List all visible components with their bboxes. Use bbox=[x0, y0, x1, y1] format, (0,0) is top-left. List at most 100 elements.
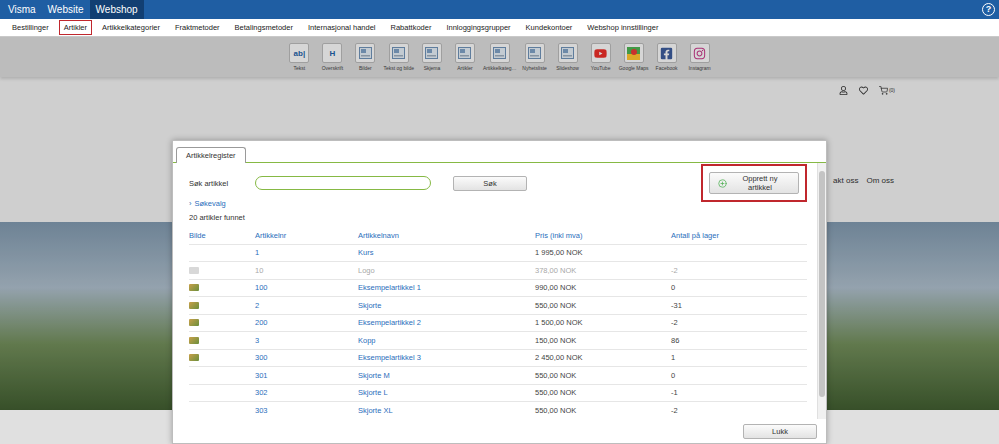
article-stock: 0 bbox=[671, 371, 807, 380]
result-count: 20 artikler funnet bbox=[189, 213, 807, 223]
article-number[interactable]: 301 bbox=[255, 371, 358, 380]
article-number[interactable]: 10 bbox=[255, 266, 358, 275]
thumbnail bbox=[189, 267, 199, 274]
table-row[interactable]: 1Kurs1 995,00 NOK bbox=[189, 245, 807, 263]
article-number[interactable]: 200 bbox=[255, 318, 358, 327]
page: VismaWebsiteWebshop?BestillingerArtikler… bbox=[0, 0, 999, 444]
table-row[interactable]: 302Skjorte L550,00 NOK-1 bbox=[189, 385, 807, 403]
article-price: 550,00 NOK bbox=[535, 301, 671, 310]
thumbnail-cell bbox=[189, 284, 255, 291]
scrollbar[interactable] bbox=[817, 163, 826, 419]
top-bar-item[interactable]: Visma bbox=[2, 0, 42, 19]
column-header[interactable]: Bilde bbox=[189, 231, 255, 240]
dialog-tab[interactable]: Artikkelregister bbox=[176, 147, 246, 163]
table-row[interactable]: 2Skjorte550,00 NOK-31 bbox=[189, 297, 807, 315]
article-price: 150,00 NOK bbox=[535, 336, 671, 345]
article-stock: -2 bbox=[671, 406, 807, 415]
article-name[interactable]: Kurs bbox=[358, 248, 535, 257]
thumbnail-cell bbox=[189, 302, 255, 309]
article-price: 2 450,00 NOK bbox=[535, 353, 671, 362]
nav-tab[interactable]: Kundekontoer bbox=[521, 20, 578, 35]
dialog-footer: Lukk bbox=[173, 419, 826, 443]
article-number[interactable]: 100 bbox=[255, 283, 358, 292]
table-row[interactable]: 300Eksempelartikkel 32 450,00 NOK1 bbox=[189, 350, 807, 368]
article-number[interactable]: 300 bbox=[255, 353, 358, 362]
highlight-box: Opprett ny artikkel bbox=[701, 164, 807, 202]
thumbnail-cell bbox=[189, 267, 255, 274]
article-name[interactable]: Eksempelartikkel 1 bbox=[358, 283, 535, 292]
scrollbar-thumb[interactable] bbox=[819, 171, 825, 397]
search-row: Søk artikkel Søk Opprett ny artikkel bbox=[189, 168, 807, 198]
nav-tab[interactable]: Internasjonal handel bbox=[303, 20, 381, 35]
article-stock: -2 bbox=[671, 266, 807, 275]
article-name[interactable]: Skjorte L bbox=[358, 388, 535, 397]
chevron-icon: › bbox=[189, 199, 192, 208]
help-icon[interactable]: ? bbox=[982, 3, 995, 16]
article-price: 1 500,00 NOK bbox=[535, 318, 671, 327]
nav-tab[interactable]: Innloggingsgrupper bbox=[441, 20, 515, 35]
search-label: Søk artikkel bbox=[189, 179, 255, 188]
table-row[interactable]: 303Skjorte XL550,00 NOK-2 bbox=[189, 402, 807, 419]
top-bar: VismaWebsiteWebshop? bbox=[0, 0, 999, 19]
article-number[interactable]: 2 bbox=[255, 301, 358, 310]
table-header: BildeArtikkelnrArtikkelnavnPris (inkl mv… bbox=[189, 227, 807, 245]
nav-tab[interactable]: Bestillinger bbox=[7, 20, 54, 35]
column-header[interactable]: Artikkelnr bbox=[255, 231, 358, 240]
table-row[interactable]: 200Eksempelartikkel 21 500,00 NOK-2 bbox=[189, 315, 807, 333]
article-name[interactable]: Skjorte bbox=[358, 301, 535, 310]
article-stock: 86 bbox=[671, 336, 807, 345]
top-bar-item[interactable]: Webshop bbox=[90, 0, 144, 19]
nav-tab[interactable]: Webshop innstillinger bbox=[582, 20, 663, 35]
article-number[interactable]: 1 bbox=[255, 248, 358, 257]
article-name[interactable]: Logo bbox=[358, 266, 535, 275]
thumbnail bbox=[189, 284, 199, 291]
article-stock: -1 bbox=[671, 388, 807, 397]
article-name[interactable]: Eksempelartikkel 3 bbox=[358, 353, 535, 362]
search-options-link[interactable]: ›Søkevalg bbox=[189, 198, 807, 208]
article-number[interactable]: 303 bbox=[255, 406, 358, 415]
column-header[interactable]: Artikkelnavn bbox=[358, 231, 535, 240]
article-price: 550,00 NOK bbox=[535, 371, 671, 380]
table-row[interactable]: 3Kopp150,00 NOK86 bbox=[189, 332, 807, 350]
article-stock: -31 bbox=[671, 301, 807, 310]
thumbnail bbox=[189, 354, 199, 361]
thumbnail-cell bbox=[189, 337, 255, 344]
article-stock: -2 bbox=[671, 318, 807, 327]
article-price: 1 995,00 NOK bbox=[535, 248, 671, 257]
article-number[interactable]: 3 bbox=[255, 336, 358, 345]
nav-tab[interactable]: Artikler bbox=[59, 20, 92, 35]
article-stock: 0 bbox=[671, 283, 807, 292]
article-price: 550,00 NOK bbox=[535, 406, 671, 415]
article-name[interactable]: Kopp bbox=[358, 336, 535, 345]
table-row[interactable]: 301Skjorte M550,00 NOK0 bbox=[189, 367, 807, 385]
column-header[interactable]: Antall på lager bbox=[671, 231, 807, 240]
article-name[interactable]: Skjorte M bbox=[358, 371, 535, 380]
article-price: 990,00 NOK bbox=[535, 283, 671, 292]
table-row[interactable]: 10Logo378,00 NOK-2 bbox=[189, 262, 807, 280]
table-row[interactable]: 100Eksempelartikkel 1990,00 NOK0 bbox=[189, 280, 807, 298]
page-preview: ab|TekstHOverskriftBilderTekst og bildeS… bbox=[0, 37, 999, 444]
article-price: 550,00 NOK bbox=[535, 388, 671, 397]
article-table: BildeArtikkelnrArtikkelnavnPris (inkl mv… bbox=[189, 227, 807, 419]
article-number[interactable]: 302 bbox=[255, 388, 358, 397]
thumbnail-cell bbox=[189, 319, 255, 326]
search-input[interactable] bbox=[255, 176, 431, 190]
close-button[interactable]: Lukk bbox=[743, 424, 817, 439]
article-stock: 1 bbox=[671, 353, 807, 362]
nav-tab[interactable]: Artikkelkategorier bbox=[97, 20, 165, 35]
dialog-tabs: Artikkelregister bbox=[173, 141, 826, 163]
top-bar-item[interactable]: Website bbox=[42, 0, 90, 19]
column-header[interactable]: Pris (inkl mva) bbox=[535, 231, 671, 240]
article-name[interactable]: Eksempelartikkel 2 bbox=[358, 318, 535, 327]
create-article-button[interactable]: Opprett ny artikkel bbox=[709, 172, 799, 194]
nav-tab[interactable]: Betalingsmetoder bbox=[230, 20, 298, 35]
search-button[interactable]: Søk bbox=[453, 176, 527, 191]
article-dialog: Artikkelregister Søk artikkel Søk Opprett n… bbox=[172, 140, 827, 444]
nav-tab[interactable]: Rabattkoder bbox=[386, 20, 437, 35]
article-price: 378,00 NOK bbox=[535, 266, 671, 275]
article-name[interactable]: Skjorte XL bbox=[358, 406, 535, 415]
thumbnail bbox=[189, 302, 199, 309]
thumbnail bbox=[189, 337, 199, 344]
nav-tab[interactable]: Fraktmetoder bbox=[170, 20, 225, 35]
dialog-body: Søk artikkel Søk Opprett ny artikkel ›Søkev… bbox=[173, 163, 817, 419]
